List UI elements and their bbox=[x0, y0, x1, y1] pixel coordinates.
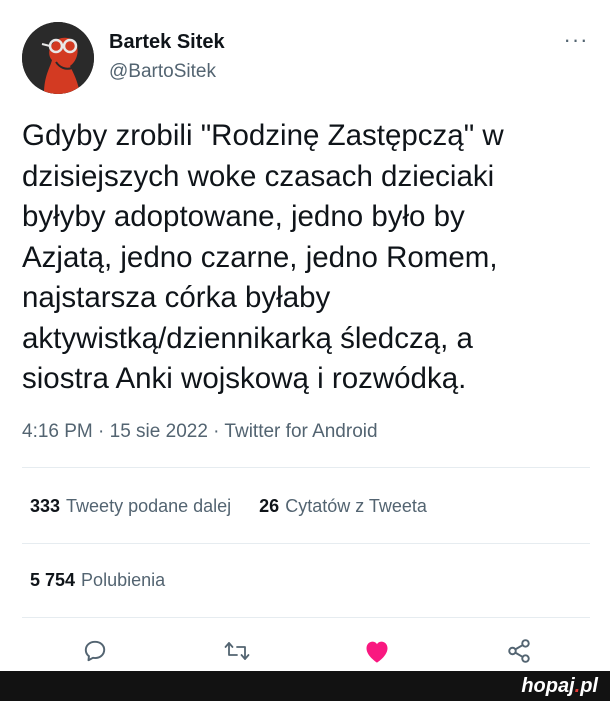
quotes-stat[interactable]: 26 Cytatów z Tweeta bbox=[259, 496, 427, 517]
stats-row-shares: 333 Tweety podane dalej 26 Cytatów z Tweet… bbox=[30, 496, 455, 517]
avatar-image bbox=[22, 22, 94, 94]
retweets-count: 333 bbox=[30, 496, 61, 516]
divider bbox=[22, 543, 590, 544]
likes-stat[interactable]: 5 754 Polubienia bbox=[30, 570, 165, 591]
reply-icon bbox=[84, 640, 106, 662]
reply-button[interactable] bbox=[78, 634, 112, 668]
stats-row-likes: 5 754 Polubienia bbox=[30, 570, 193, 591]
like-button[interactable] bbox=[360, 634, 394, 668]
tweet-text: Gdyby zrobili "Rodzinę Zastępczą" w dzis… bbox=[22, 119, 504, 395]
quotes-count: 26 bbox=[259, 496, 280, 516]
author-handle[interactable]: @BartoSitek bbox=[109, 61, 216, 83]
share-icon bbox=[508, 639, 530, 663]
more-options-button[interactable]: ··· bbox=[560, 28, 592, 52]
retweet-icon bbox=[224, 642, 250, 660]
retweet-button[interactable] bbox=[220, 634, 254, 668]
divider bbox=[22, 617, 590, 618]
watermark-bar: hopaj.pl bbox=[0, 671, 610, 701]
watermark-tld: pl bbox=[580, 675, 598, 697]
tweet-timestamp-source[interactable]: 4:16 PM · 15 sie 2022 · Twitter for Andr… bbox=[22, 421, 378, 443]
retweets-stat[interactable]: 333 Tweety podane dalej bbox=[30, 496, 231, 517]
action-bar bbox=[0, 630, 610, 670]
likes-label: Polubienia bbox=[81, 570, 166, 590]
quotes-label: Cytatów z Tweeta bbox=[285, 496, 427, 516]
watermark-brand: hopaj bbox=[521, 675, 575, 697]
likes-count: 5 754 bbox=[30, 570, 76, 590]
retweets-label: Tweety podane dalej bbox=[66, 496, 232, 516]
avatar[interactable] bbox=[22, 22, 94, 94]
tweet-card: Bartek Sitek @BartoSitek ··· Gdyby zrobi… bbox=[0, 0, 610, 671]
author-name[interactable]: Bartek Sitek bbox=[109, 31, 225, 54]
divider bbox=[22, 467, 590, 468]
more-icon: ··· bbox=[563, 27, 589, 52]
watermark-logo: hopaj.pl bbox=[521, 675, 598, 698]
like-icon bbox=[366, 641, 388, 663]
share-button[interactable] bbox=[502, 634, 536, 668]
